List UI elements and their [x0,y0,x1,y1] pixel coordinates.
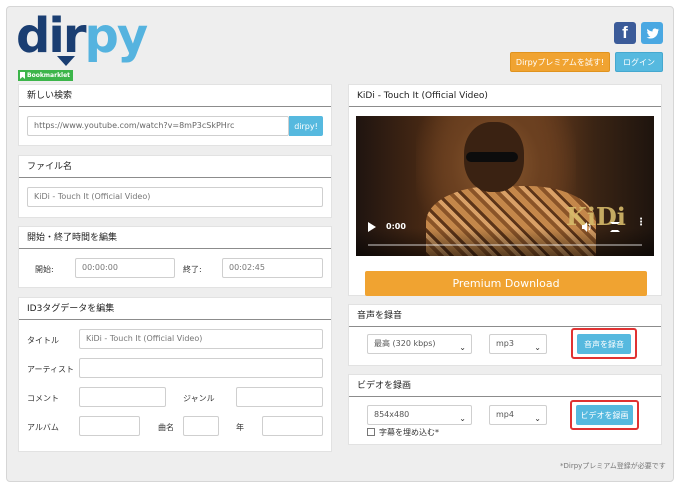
logo-down-arrow-icon [57,56,75,66]
comment-input[interactable] [79,387,166,407]
more-options-icon[interactable]: ⋮ [636,218,646,228]
video-time: 0:00 [386,222,406,231]
id3-title-label: タイトル [27,336,59,345]
time-edit-title: 開始・終了時間を編集 [19,227,331,249]
login-button[interactable]: ログイン [615,52,663,72]
id3-title: ID3タグデータを編集 [19,298,331,320]
twitter-icon[interactable] [641,22,663,44]
video-resolution-select[interactable]: 854x480 ⌄ [367,405,472,425]
audio-quality-value: 最高 (320 kbps) [374,339,436,348]
chevron-down-icon: ⌄ [534,343,541,352]
record-video-button[interactable]: ビデオを録画 [576,405,633,425]
video-controls [356,228,654,256]
video-format-value: mp4 [496,410,514,419]
facebook-icon[interactable]: f [614,22,636,44]
new-search-title: 新しい検索 [19,85,331,107]
dirpy-logo[interactable]: dirpy Bookmarklet [16,8,148,82]
filename-title: ファイル名 [19,156,331,178]
premium-download-button[interactable]: Premium Download [365,271,647,296]
video-progress-bar[interactable] [368,244,642,246]
id3-title-input[interactable]: KiDi - Touch It (Official Video) [79,329,323,349]
logo-part-light: py [84,8,148,64]
genre-label: ジャンル [183,394,215,403]
album-label: アルバム [27,423,59,432]
start-label: 開始: [35,265,54,274]
artist-input[interactable] [79,358,323,378]
audio-quality-select[interactable]: 最高 (320 kbps) ⌄ [367,334,472,354]
audio-format-select[interactable]: mp3 ⌄ [489,334,547,354]
start-time-input[interactable]: 00:00:00 [75,258,175,278]
volume-icon[interactable] [582,222,592,232]
video-title: KiDi - Touch It (Official Video) [349,85,661,107]
end-time-input[interactable]: 00:02:45 [222,258,323,278]
premium-footnote: *Dirpyプレミアム登録が必要です [560,462,666,470]
end-label: 終了: [183,265,202,274]
bookmarklet-badge[interactable]: Bookmarklet [18,70,74,81]
bookmark-icon [20,72,25,79]
chevron-down-icon: ⌄ [534,414,541,423]
chevron-down-icon: ⌄ [459,343,466,352]
filename-input[interactable]: KiDi - Touch It (Official Video) [27,187,323,207]
embed-subtitles-checkbox[interactable] [367,428,375,436]
year-input[interactable] [262,416,323,436]
video-player[interactable]: KiDi 0:00 ⋮ [356,116,654,256]
fullscreen-icon[interactable] [610,222,620,232]
year-label: 年 [236,423,244,432]
album-input[interactable] [79,416,140,436]
new-search-panel: 新しい検索 [18,84,332,146]
artist-label: アーティスト [27,365,75,374]
try-premium-button[interactable]: Dirpyプレミアムを試す! [510,52,610,72]
video-resolution-value: 854x480 [374,410,410,419]
record-audio-button[interactable]: 音声を録音 [577,334,631,354]
url-input[interactable]: https://www.youtube.com/watch?v=8mP3cSkP… [27,116,289,136]
track-label: 曲名 [158,423,174,432]
time-edit-panel: 開始・終了時間を編集 [18,226,332,288]
video-record-title: ビデオを録画 [349,375,661,397]
genre-input[interactable] [236,387,323,407]
audio-format-value: mp3 [496,339,514,348]
audio-title: 音声を録音 [349,305,661,327]
embed-subtitles-label: 字幕を埋め込む* [379,428,439,437]
track-input[interactable] [183,416,219,436]
bookmarklet-label: Bookmarklet [27,72,71,79]
chevron-down-icon: ⌄ [459,414,466,423]
video-format-select[interactable]: mp4 ⌄ [489,405,547,425]
comment-label: コメント [27,394,59,403]
dirpy-button[interactable]: dirpy! [289,116,323,136]
play-icon[interactable] [368,222,376,232]
